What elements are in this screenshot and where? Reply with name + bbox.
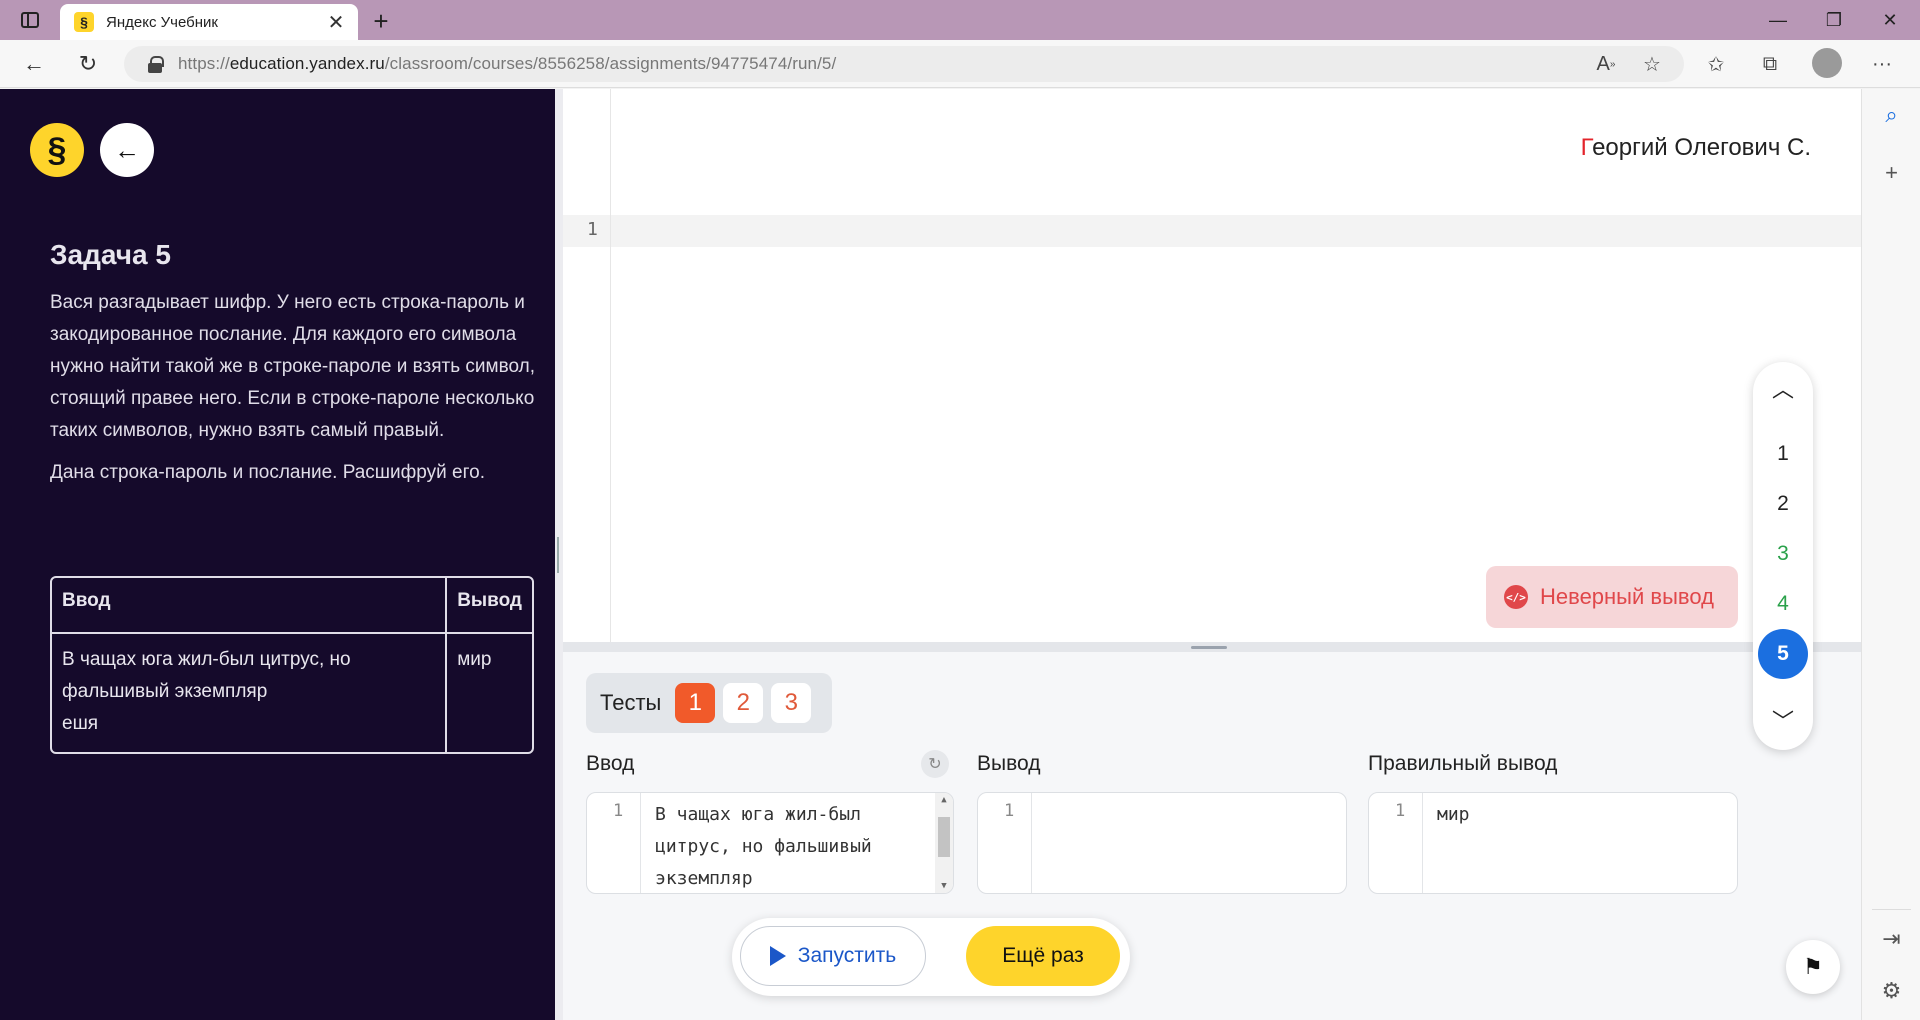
url-text: https://education.yandex.ru/classroom/co… [178,54,837,73]
search-icon[interactable]: ⌕ [1862,97,1920,133]
output-label: Вывод [977,752,1041,775]
chevron-down-icon[interactable]: ﹀ [1753,700,1813,740]
arrow-left-icon: ← [114,134,140,165]
panel-resize-handle[interactable] [555,89,563,1020]
task-statement: Вася разгадывает шифр. У него есть строк… [50,287,540,499]
expected-output-label: Правильный вывод [1368,752,1558,775]
add-favorite-icon[interactable]: ☆ [1636,48,1668,80]
editor-gutter [563,89,611,642]
test-output-field: 1 [977,792,1347,894]
expected-output-field: 1 мир [1368,792,1738,894]
editor-resize-handle[interactable] [563,642,1861,652]
task-navigator: ︿ 1 2 3 4 5 ﹀ [1753,362,1813,750]
tab-close-icon[interactable]: ✕ [322,8,350,36]
read-aloud-icon[interactable]: A» [1590,48,1622,80]
task-panel: § ← Задача 5 Вася разгадывает шифр. У не… [0,89,555,1020]
address-bar: ← ↻ https://education.yandex.ru/classroo… [0,40,1920,88]
input-label: Ввод [586,752,635,775]
more-menu-icon[interactable]: ··· [1866,48,1898,80]
task-paragraph: Вася разгадывает шифр. У него есть строк… [50,292,535,441]
task-nav-item-5[interactable]: 5 [1758,629,1808,679]
test-input-text: В чащах юга жил-был цитрус, но фальшивый… [655,804,872,889]
play-icon [769,946,786,966]
yandex-textbook-logo-icon[interactable]: § [30,123,84,177]
restore-icon[interactable]: ❐ [1806,0,1862,40]
run-controls: Запустить Ещё раз [732,918,1130,996]
browser-tab-active[interactable]: § Яндекс Учебник ✕ [60,4,358,40]
code-icon: </> [1504,585,1528,609]
author-name: Георгий Олегович С. [1580,134,1811,161]
tests-selector: Тесты 1 2 3 [586,673,832,733]
table-cell-input: В чащах юга жил-был цитрус, но фальшивый… [52,634,448,752]
new-tab-icon[interactable]: + [366,6,396,36]
minimize-icon[interactable]: — [1750,0,1806,40]
browser-tab-bar: § Яндекс Учебник ✕ + — ❐ ✕ [0,0,1920,40]
test-chip-1[interactable]: 1 [675,683,716,723]
run-button[interactable]: Запустить [740,926,926,986]
tab-actions-icon[interactable] [14,8,46,32]
add-icon[interactable]: + [1862,155,1920,191]
task-nav-item-1[interactable]: 1 [1758,429,1808,479]
profile-avatar[interactable] [1812,48,1842,78]
try-again-button[interactable]: Ещё раз [966,926,1120,986]
table-row: В чащах юга жил-был цитрус, но фальшивый… [52,634,532,752]
chevron-up-icon[interactable]: ︿ [1753,368,1813,408]
task-paragraph: Дана строка-пароль и послание. Расшифруй… [50,462,485,483]
test-chip-2[interactable]: 2 [723,683,764,723]
gear-icon[interactable]: ⚙ [1862,973,1920,1009]
back-button[interactable]: ← [100,123,154,177]
verdict-badge[interactable]: </> Неверный вывод [1486,566,1738,628]
window-close-icon[interactable]: ✕ [1862,0,1918,40]
task-nav-item-4[interactable]: 4 [1758,579,1808,629]
current-line-highlight [563,215,1861,247]
line-number: 1 [587,219,598,240]
reload-icon[interactable]: ↻ [72,48,104,80]
task-title: Задача 5 [50,239,171,270]
flag-icon[interactable]: ⚑ [1786,940,1840,994]
collections-icon[interactable]: ⧉ [1754,48,1786,80]
table-cell-output: мир [457,649,492,670]
test-input-field[interactable]: 1 В чащах юга жил-был цитрус, но фальшив… [586,792,954,894]
tests-label: Тесты [600,690,662,715]
tab-title: Яндекс Учебник [106,13,218,31]
example-table: Ввод Вывод В чащах юга жил-был цитрус, н… [50,576,534,754]
favorites-icon[interactable]: ✩ [1700,48,1732,80]
url-field[interactable]: https://education.yandex.ru/classroom/co… [124,46,1684,82]
scrollbar[interactable]: ▲ ▼ [935,793,953,893]
back-arrow-icon[interactable]: ← [18,48,50,80]
task-nav-item-3[interactable]: 3 [1758,529,1808,579]
reset-icon[interactable]: ↻ [921,750,949,778]
verdict-text: Неверный вывод [1540,584,1714,609]
lock-icon [148,56,164,73]
task-nav-item-2[interactable]: 2 [1758,479,1808,529]
browser-sidebar: ⌕ + ⇥ ⚙ [1861,89,1920,1020]
sidebar-collapse-icon[interactable]: ⇥ [1862,921,1920,957]
table-header-input: Ввод [52,578,448,634]
expected-output-text: мир [1437,804,1470,825]
code-editor[interactable]: 1 Георгий Олегович С. </> Неверный вывод [563,89,1861,642]
test-chip-3[interactable]: 3 [771,683,812,723]
yandex-textbook-favicon-icon: § [74,12,94,32]
table-header-output: Вывод [447,578,532,634]
